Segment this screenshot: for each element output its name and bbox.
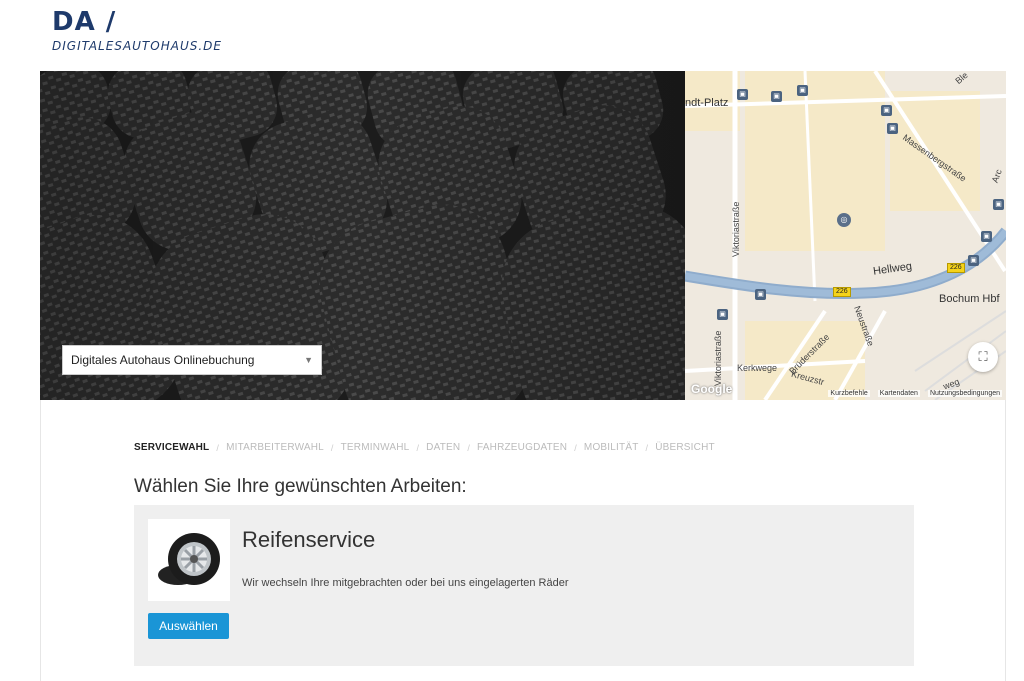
map-terms-link[interactable]: Nutzungsbedingungen (927, 389, 1002, 397)
map-attribution: Kurzbefehle Kartendaten Nutzungsbedingun… (685, 386, 1006, 400)
map-label-viktoria-south: Viktoriastraße (713, 330, 723, 386)
step-servicewahl[interactable]: SERVICEWAHL (134, 442, 209, 453)
logo-text: DIGITALESAUTOHAUS.DE (52, 39, 222, 53)
route-shield: 226 (833, 287, 851, 297)
bus-stop-icon[interactable]: ▣ (717, 309, 728, 320)
bus-stop-icon[interactable]: ▣ (797, 85, 808, 96)
bus-stop-icon[interactable]: ▣ (968, 255, 979, 266)
step-separator: / (330, 442, 334, 453)
page-heading: Wählen Sie Ihre gewünschten Arbeiten: (134, 476, 467, 497)
dealer-select-value: Digitales Autohaus Onlinebuchung (71, 353, 255, 367)
map-data-link[interactable]: Kartendaten (877, 389, 920, 397)
step-fahrzeugdaten[interactable]: FAHRZEUGDATEN (477, 442, 567, 453)
step-separator: / (416, 442, 420, 453)
map-shortcuts-link[interactable]: Kurzbefehle (828, 389, 870, 397)
step-mitarbeiterwahl[interactable]: MITARBEITERWAHL (226, 442, 324, 453)
bus-stop-icon[interactable]: ▣ (981, 231, 992, 242)
step-übersicht[interactable]: ÜBERSICHT (655, 442, 715, 453)
step-separator: / (645, 442, 649, 453)
step-mobilität[interactable]: MOBILITÄT (584, 442, 639, 453)
booking-content: SERVICEWAHL / MITARBEITERWAHL / TERMINWAHL / D… (40, 400, 1006, 681)
step-daten[interactable]: DATEN (426, 442, 460, 453)
map-label-viktoria: Viktoriastraße (731, 201, 741, 257)
bus-stop-icon[interactable]: ▣ (755, 289, 766, 300)
service-title: Reifenservice (242, 527, 376, 552)
dealer-location-icon[interactable]: ◎ (837, 213, 851, 227)
service-description: Wir wechseln Ihre mitgebrachten oder bei… (242, 577, 569, 589)
brand-logo[interactable]: DA / DIGITALESAUTOHAUS.DE (52, 8, 222, 53)
bus-stop-icon[interactable]: ▣ (887, 123, 898, 134)
step-separator: / (467, 442, 471, 453)
bus-stop-icon[interactable]: ▣ (993, 199, 1004, 210)
step-separator: / (574, 442, 577, 453)
step-terminwahl[interactable]: TERMINWAHL (341, 442, 410, 453)
map-label-bochum-hbf: Bochum Hbf (939, 293, 1000, 305)
bus-stop-icon[interactable]: ▣ (881, 105, 892, 116)
service-card-reifenservice: Reifenservice Wir wechseln Ihre mitgebra… (134, 505, 914, 666)
route-shield-east: 226 (947, 263, 965, 273)
fullscreen-icon[interactable]: ⛶ (968, 342, 998, 372)
map-label-kerkwege: Kerkwege (737, 363, 778, 373)
select-service-button[interactable]: Auswählen (148, 613, 229, 639)
wheel-icon (158, 533, 220, 585)
location-map[interactable]: ndt-Platz Ble Massenbergstraße Arc Vikto… (685, 71, 1006, 400)
tires-image: Digitales Autohaus Onlinebuchung ▼ (40, 71, 685, 400)
service-thumbnail (148, 519, 230, 601)
step-separator: / (216, 442, 220, 453)
chevron-down-icon: ▼ (304, 355, 313, 365)
bus-stop-icon[interactable]: ▣ (737, 89, 748, 100)
hero-banner: Digitales Autohaus Onlinebuchung ▼ ndt-P… (40, 71, 1006, 400)
bus-stop-icon[interactable]: ▣ (771, 91, 782, 102)
dealer-select[interactable]: Digitales Autohaus Onlinebuchung ▼ (62, 345, 322, 375)
map-label-platz: ndt-Platz (685, 97, 729, 109)
booking-steps: SERVICEWAHL / MITARBEITERWAHL / TERMINWAHL / D… (134, 442, 715, 453)
logo-mark: DA / (52, 7, 117, 37)
